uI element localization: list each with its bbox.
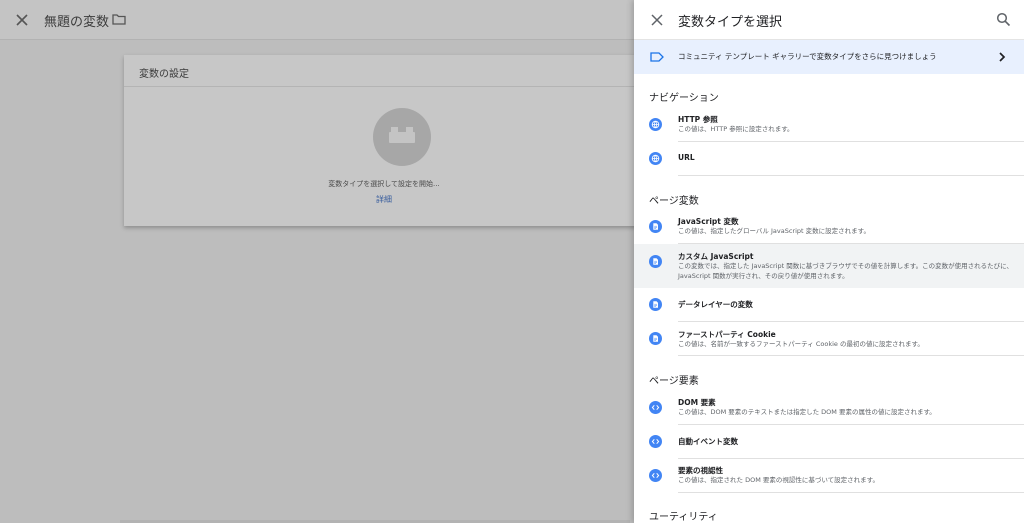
community-gallery-text: コミュニティ テンプレート ギャラリーで変数タイプをさらに見つけましょう [678, 52, 937, 61]
section-title-utilities: ユーティリティ [649, 512, 718, 523]
item-name: データレイヤーの変数 [678, 300, 753, 309]
building-block-icon[interactable] [373, 108, 431, 166]
variable-type-first-party-cookie[interactable]: ファーストパーティ Cookie この値は、名前が一致するファーストパーティ C… [634, 322, 1024, 356]
section-title-page-elements: ページ要素 [649, 376, 699, 387]
close-icon[interactable] [650, 13, 664, 27]
variable-type-data-layer-variable[interactable]: データレイヤーの変数 [634, 288, 1024, 322]
item-description: この値は、名前が一致するファーストパーティ Cookie の最初の値に設定されま… [678, 340, 924, 348]
item-name: 自動イベント変数 [678, 437, 738, 446]
globe-icon [649, 118, 662, 131]
folder-icon[interactable] [112, 13, 126, 25]
document-icon [649, 298, 662, 311]
variable-type-dom-element[interactable]: DOM 要素 この値は、DOM 要素のテキストまたは指定した DOM 要素の属性… [634, 391, 1024, 425]
variable-type-panel: 変数タイプを選択 コミュニティ テンプレート ギャラリーで変数タイプをさらに見つ… [634, 0, 1024, 523]
section-title-navigation: ナビゲーション [649, 93, 719, 104]
item-name: URL [678, 153, 695, 162]
details-link[interactable]: 詳細 [124, 194, 644, 205]
panel-title: 変数タイプを選択 [678, 15, 783, 30]
code-icon [649, 401, 662, 414]
divider [678, 355, 1024, 356]
item-description: この値は、指定された DOM 要素の視認性に基づいて設定されます。 [678, 476, 880, 484]
variable-type-javascript-variable[interactable]: JavaScript 変数 この値は、指定したグローバル JavaScript … [634, 210, 1024, 244]
variable-type-http-referrer[interactable]: HTTP 参照 この値は、HTTP 参照に設定されます。 [634, 108, 1024, 142]
community-gallery-banner[interactable]: コミュニティ テンプレート ギャラリーで変数タイプをさらに見つけましょう [634, 40, 1024, 74]
item-description: この変数では、指定した JavaScript 関数に基づきブラウザでその値を計算… [678, 262, 1013, 280]
document-icon [649, 220, 662, 233]
card-header: 変数の設定 [124, 55, 644, 87]
item-description: この値は、DOM 要素のテキストまたは指定した DOM 要素の属性の値に設定され… [678, 408, 936, 416]
divider [678, 175, 1024, 176]
globe-icon [649, 152, 662, 165]
code-icon [649, 469, 662, 482]
variable-type-element-visibility[interactable]: 要素の視認性 この値は、指定された DOM 要素の視認性に基づいて設定されます。 [634, 459, 1024, 493]
label-icon [650, 52, 664, 62]
config-hint: 変数タイプを選択して設定を開始... [328, 180, 440, 188]
item-description: この値は、指定したグローバル JavaScript 変数に設定されます。 [678, 227, 870, 235]
chevron-right-icon [999, 52, 1006, 62]
document-icon [649, 255, 662, 268]
panel-header: 変数タイプを選択 [634, 0, 1024, 40]
variable-type-auto-event-variable[interactable]: 自動イベント変数 [634, 425, 1024, 459]
code-icon [649, 435, 662, 448]
variable-type-custom-javascript[interactable]: カスタム JavaScript この変数では、指定した JavaScript 関… [634, 244, 1024, 288]
search-icon[interactable] [996, 12, 1011, 27]
variable-type-url[interactable]: URL [634, 142, 1024, 176]
variable-title[interactable]: 無題の変数 [44, 11, 109, 30]
section-title-page-variables: ページ変数 [649, 196, 699, 207]
close-icon[interactable] [14, 12, 30, 28]
item-description: この値は、HTTP 参照に設定されます。 [678, 125, 794, 133]
document-icon [649, 332, 662, 345]
variable-config-card: 変数の設定 変数タイプを選択して設定を開始... 詳細 [124, 55, 644, 226]
divider [678, 492, 1024, 493]
